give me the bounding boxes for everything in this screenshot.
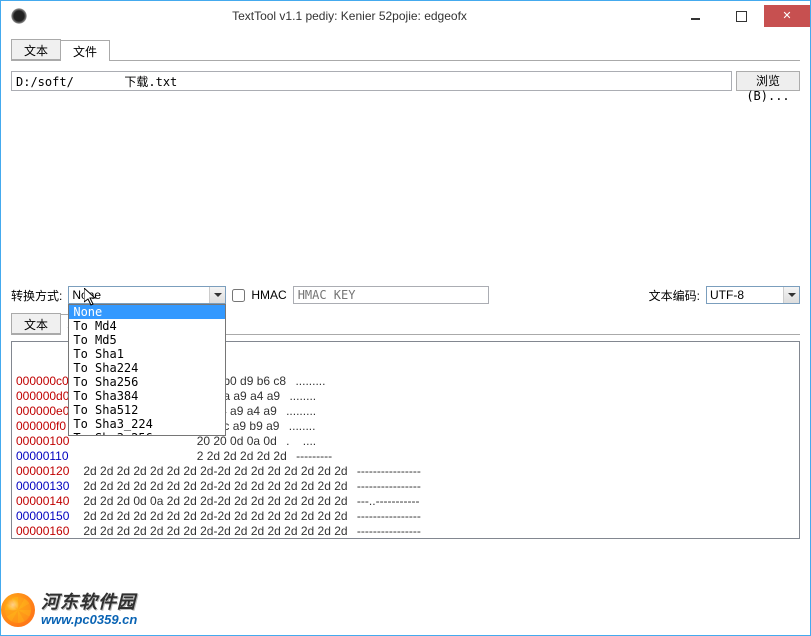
blank-area bbox=[11, 91, 800, 279]
encoding-value: UTF-8 bbox=[710, 288, 744, 302]
close-button[interactable] bbox=[764, 5, 810, 27]
hex-ascii: ......... bbox=[292, 374, 325, 389]
hex-bytes: 2d 2d 2d 2d 2d 2d 2d 2d-2d 2d 2d 2d 2d 2… bbox=[80, 509, 348, 524]
hmac-key-input[interactable] bbox=[293, 286, 489, 304]
hex-row: 00000110 2 2d 2d 2d 2d 2d --------- bbox=[16, 449, 799, 464]
convert-dropdown[interactable]: None None To Md4 To Md5 To Sha1 To Sha22… bbox=[68, 286, 226, 304]
hex-address: 00000150 bbox=[16, 509, 80, 524]
dropdown-item[interactable]: To Sha256 bbox=[69, 375, 225, 389]
dropdown-item[interactable]: To Sha512 bbox=[69, 403, 225, 417]
hex-bytes: 2d 2d 2d 2d 2d 2d 2d 2d-2d 2d 2d 2d 2d 2… bbox=[80, 479, 348, 494]
hex-bytes: 2d 2d 2d 0d 0a 2d 2d 2d-2d 2d 2d 2d 2d 2… bbox=[80, 494, 348, 509]
hex-row: 00000140 2d 2d 2d 0d 0a 2d 2d 2d-2d 2d 2… bbox=[16, 494, 799, 509]
convert-label: 转换方式: bbox=[11, 287, 62, 304]
hex-bytes: 2 2d 2d 2d 2d 2d bbox=[80, 449, 287, 464]
hex-ascii: . .... bbox=[283, 434, 316, 449]
dropdown-item[interactable]: To Md5 bbox=[69, 333, 225, 347]
hex-address: 00000100 bbox=[16, 434, 80, 449]
browse-button[interactable]: 浏览(B)... bbox=[736, 71, 800, 91]
hex-address: 00000120 bbox=[16, 464, 80, 479]
convert-selected: None bbox=[72, 288, 101, 302]
hex-ascii: ---..----------- bbox=[354, 494, 420, 509]
hex-address: 00000130 bbox=[16, 479, 80, 494]
convert-dropdown-list: None To Md4 To Md5 To Sha1 To Sha224 To … bbox=[68, 304, 226, 436]
app-icon bbox=[11, 8, 27, 24]
dropdown-item[interactable]: To Sha3_224 bbox=[69, 417, 225, 431]
encoding-dropdown[interactable]: UTF-8 bbox=[706, 286, 800, 304]
watermark-icon bbox=[1, 593, 35, 627]
hex-address: 00000160 bbox=[16, 524, 80, 539]
tab-file[interactable]: 文件 bbox=[60, 40, 110, 61]
hex-ascii: ---------------- bbox=[354, 524, 421, 539]
dropdown-item[interactable]: To Sha224 bbox=[69, 361, 225, 375]
hex-ascii: ---------------- bbox=[354, 509, 421, 524]
hmac-label: HMAC bbox=[251, 288, 286, 302]
hex-address: 00000140 bbox=[16, 494, 80, 509]
watermark-name: 河东软件园 bbox=[41, 593, 137, 613]
dropdown-item[interactable]: To Sha3_256 bbox=[69, 431, 225, 435]
hex-ascii: ........ bbox=[285, 419, 315, 434]
hex-row: 00000100 20 20 0d 0a 0d . .... bbox=[16, 434, 799, 449]
watermark-url: www.pc0359.cn bbox=[41, 613, 137, 627]
minimize-button[interactable] bbox=[672, 5, 718, 27]
titlebar: TextTool v1.1 pediy: Kenier 52pojie: edg… bbox=[1, 1, 810, 31]
hex-ascii: ---------------- bbox=[354, 479, 421, 494]
chevron-down-icon[interactable] bbox=[783, 287, 799, 303]
watermark: 河东软件园 www.pc0359.cn bbox=[1, 593, 137, 627]
hex-ascii: --------- bbox=[293, 449, 332, 464]
hex-ascii: ......... bbox=[283, 404, 316, 419]
hex-bytes: 20 20 0d 0a 0d bbox=[80, 434, 277, 449]
dropdown-item[interactable]: To Sha1 bbox=[69, 347, 225, 361]
hex-address: 00000110 bbox=[16, 449, 80, 464]
hmac-checkbox[interactable] bbox=[232, 289, 245, 302]
chevron-down-icon[interactable] bbox=[209, 287, 225, 303]
dropdown-item[interactable]: To Md4 bbox=[69, 319, 225, 333]
hex-row: 00000120 2d 2d 2d 2d 2d 2d 2d 2d-2d 2d 2… bbox=[16, 464, 799, 479]
file-path-input[interactable] bbox=[11, 71, 732, 91]
tab-text-2[interactable]: 文本 bbox=[11, 313, 61, 334]
encoding-label: 文本编码: bbox=[649, 287, 700, 304]
hex-ascii: ---------------- bbox=[354, 464, 421, 479]
top-tabs: 文本 文件 bbox=[11, 39, 800, 61]
dropdown-item[interactable]: None bbox=[69, 305, 225, 319]
window-title: TextTool v1.1 pediy: Kenier 52pojie: edg… bbox=[27, 9, 672, 23]
hex-bytes: 2d 2d 2d 2d 2d 2d 2d 2d-2d 2d 2d 2d 2d 2… bbox=[80, 524, 348, 539]
hex-row: 00000150 2d 2d 2d 2d 2d 2d 2d 2d-2d 2d 2… bbox=[16, 509, 799, 524]
hex-row: 00000130 2d 2d 2d 2d 2d 2d 2d 2d-2d 2d 2… bbox=[16, 479, 799, 494]
maximize-button[interactable] bbox=[718, 5, 764, 27]
hex-bytes: 2d 2d 2d 2d 2d 2d 2d 2d-2d 2d 2d 2d 2d 2… bbox=[80, 464, 348, 479]
hex-row: 00000160 2d 2d 2d 2d 2d 2d 2d 2d-2d 2d 2… bbox=[16, 524, 799, 539]
hex-ascii: ........ bbox=[286, 389, 316, 404]
tab-text[interactable]: 文本 bbox=[11, 39, 61, 60]
dropdown-item[interactable]: To Sha384 bbox=[69, 389, 225, 403]
